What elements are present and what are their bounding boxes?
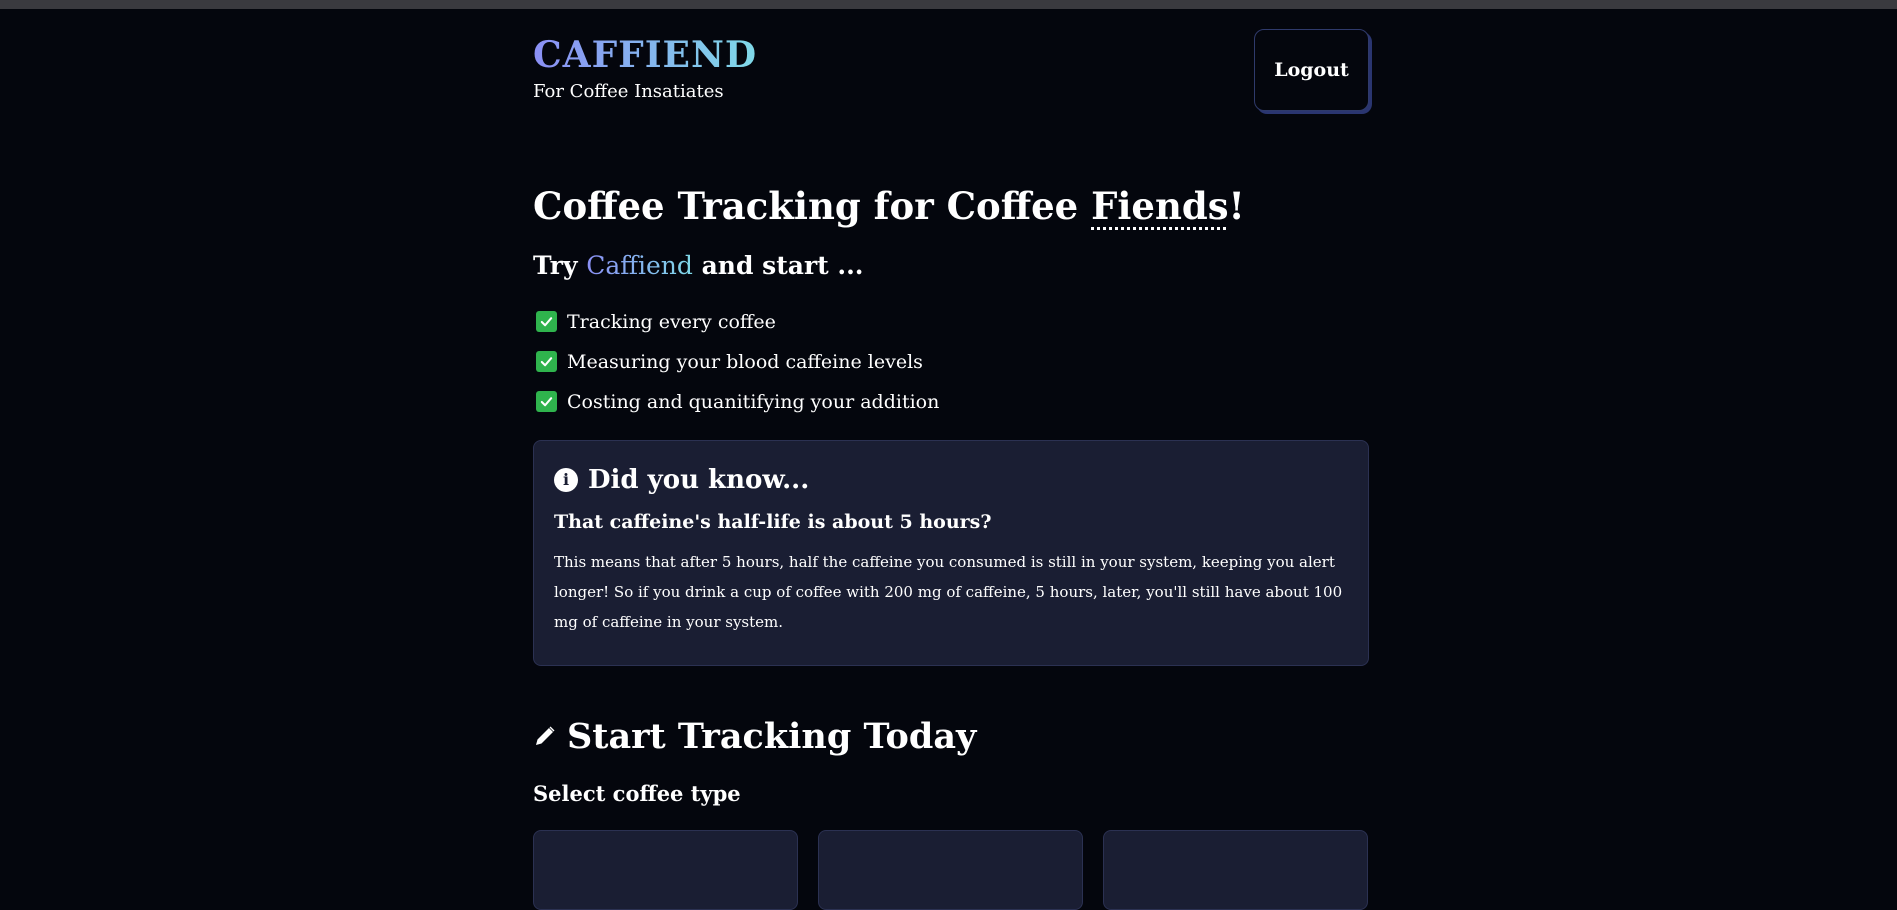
subtitle-brand: Caffiend [586, 250, 693, 280]
coffee-type-option[interactable] [533, 829, 798, 910]
hero-section: Coffee Tracking for Coffee Fiends! Try C… [533, 186, 1369, 422]
site-header: CAFFIEND For Coffee Insatiates Logout [533, 9, 1369, 139]
check-square-icon [536, 391, 557, 413]
benefit-item: Tracking every coffee [536, 302, 1369, 342]
coffee-type-option[interactable] [1103, 829, 1368, 910]
benefits-list: Tracking every coffee Measuring your blo… [536, 302, 1369, 422]
brand-logo[interactable]: CAFFIEND [533, 35, 757, 76]
tracking-title: Start Tracking Today [533, 716, 1369, 757]
hero-title-emphasis: Fiends [1091, 184, 1229, 228]
coffee-type-option[interactable] [818, 829, 1083, 910]
page-container: CAFFIEND For Coffee Insatiates Logout Co… [533, 9, 1369, 910]
check-square-icon [536, 311, 557, 333]
hero-title-prefix: Coffee Tracking for Coffee [533, 184, 1092, 228]
pencil-icon [533, 724, 557, 748]
hero-subtitle: Try Caffiend and start ... [533, 251, 1369, 280]
info-title-text: Did you know... [588, 464, 810, 495]
tracking-section: Start Tracking Today Select coffee type [533, 716, 1369, 910]
hero-title-suffix: ! [1228, 184, 1245, 228]
info-question: That caffeine's half-life is about 5 hou… [554, 510, 992, 533]
benefit-text: Tracking every coffee [567, 310, 776, 333]
tracking-title-text: Start Tracking Today [567, 715, 977, 757]
did-you-know-card: i Did you know... That caffeine's half-l… [533, 439, 1369, 666]
logout-button[interactable]: Logout [1254, 29, 1369, 111]
info-card-title: i Did you know... [554, 465, 1348, 495]
subtitle-prefix: Try [533, 250, 587, 280]
check-square-icon [536, 351, 557, 373]
benefit-item: Costing and quanitifying your addition [536, 382, 1369, 422]
info-body: This means that after 5 hours, half the … [554, 552, 1343, 631]
benefit-text: Costing and quanitifying your addition [567, 390, 940, 413]
brand-tagline: For Coffee Insatiates [533, 81, 724, 102]
coffee-type-grid [533, 829, 1369, 910]
info-circle-icon: i [554, 467, 578, 492]
browser-top-strip [0, 0, 1897, 9]
select-coffee-label: Select coffee type [533, 780, 741, 806]
hero-title: Coffee Tracking for Coffee Fiends! [533, 186, 1369, 227]
subtitle-suffix: and start ... [692, 250, 864, 280]
benefit-item: Measuring your blood caffeine levels [536, 342, 1369, 382]
benefit-text: Measuring your blood caffeine levels [567, 350, 923, 373]
